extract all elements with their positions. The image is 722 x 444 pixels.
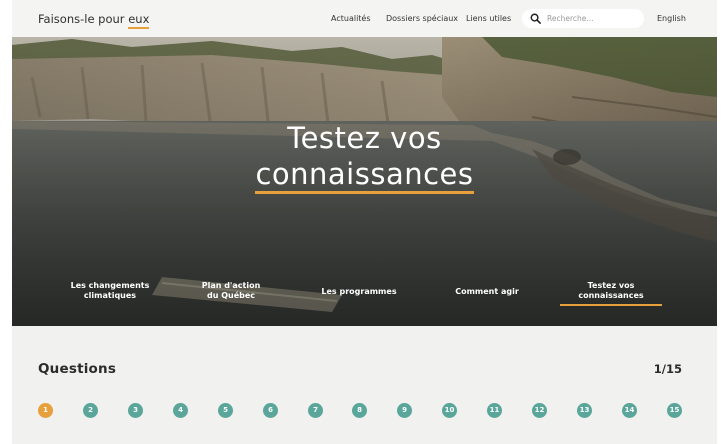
question-counter: 1/15 bbox=[653, 362, 682, 376]
logo-text: Faisons-le pour bbox=[38, 12, 125, 26]
question-dot-3[interactable]: 3 bbox=[128, 403, 143, 418]
search-input[interactable] bbox=[547, 12, 639, 25]
subnav-label: Les changements bbox=[70, 281, 150, 290]
subnav-plan-action[interactable]: Plan d'action du Québec bbox=[176, 281, 286, 301]
logo-emphasis: eux bbox=[128, 12, 150, 26]
question-dot-8[interactable]: 8 bbox=[352, 403, 367, 418]
subnav-changements-climatiques[interactable]: Les changements climatiques bbox=[55, 281, 165, 301]
subnav-testez-connaissances[interactable]: Testez vos connaissances bbox=[556, 281, 666, 306]
language-toggle[interactable]: English bbox=[657, 14, 686, 23]
hero-title-underlined: connaissances bbox=[255, 157, 474, 194]
questions-heading: Questions bbox=[38, 361, 117, 377]
question-dot-7[interactable]: 7 bbox=[308, 403, 323, 418]
question-dot-15[interactable]: 15 bbox=[667, 403, 682, 418]
subnav-label: Plan d'action bbox=[201, 281, 261, 290]
subnav-programmes[interactable]: Les programmes bbox=[304, 287, 414, 297]
question-dot-14[interactable]: 14 bbox=[622, 403, 637, 418]
hero-banner: Testez vos connaissances Les changements… bbox=[12, 37, 717, 326]
hero-title-line1: Testez vos bbox=[287, 121, 442, 155]
nav-link-dossiers-speciaux[interactable]: Dossiers spéciaux bbox=[386, 14, 458, 23]
question-dot-2[interactable]: 2 bbox=[83, 403, 98, 418]
question-pagination: 1 2 3 4 5 6 7 8 9 10 11 12 13 14 15 bbox=[38, 403, 688, 419]
question-dot-1[interactable]: 1 bbox=[38, 403, 53, 418]
subnav-label: du Québec bbox=[206, 291, 256, 300]
hero-title-line2: connaissances bbox=[12, 155, 717, 194]
subnav-label: climatiques bbox=[83, 291, 137, 300]
nav-link-liens-utiles[interactable]: Liens utiles bbox=[466, 14, 511, 23]
subnav-label: Comment agir bbox=[455, 287, 519, 296]
question-dot-10[interactable]: 10 bbox=[442, 403, 457, 418]
page: Faisons-le pour eux Actualités Dossiers … bbox=[12, 0, 717, 444]
question-dot-5[interactable]: 5 bbox=[218, 403, 233, 418]
subnav-label: Les programmes bbox=[321, 287, 397, 296]
question-dot-12[interactable]: 12 bbox=[532, 403, 547, 418]
question-dot-6[interactable]: 6 bbox=[263, 403, 278, 418]
question-dot-11[interactable]: 11 bbox=[487, 403, 502, 418]
question-dot-4[interactable]: 4 bbox=[173, 403, 188, 418]
search-icon[interactable] bbox=[530, 13, 541, 24]
site-logo[interactable]: Faisons-le pour eux bbox=[38, 12, 149, 26]
subnav-label: Testez vos bbox=[587, 281, 635, 290]
search-box[interactable] bbox=[522, 9, 644, 28]
question-dot-9[interactable]: 9 bbox=[397, 403, 412, 418]
subnav-comment-agir[interactable]: Comment agir bbox=[432, 287, 542, 297]
question-dot-13[interactable]: 13 bbox=[577, 403, 592, 418]
nav-link-actualites[interactable]: Actualités bbox=[331, 14, 371, 23]
subnav-label: connaissances bbox=[578, 291, 644, 300]
top-bar: Faisons-le pour eux Actualités Dossiers … bbox=[12, 0, 717, 37]
